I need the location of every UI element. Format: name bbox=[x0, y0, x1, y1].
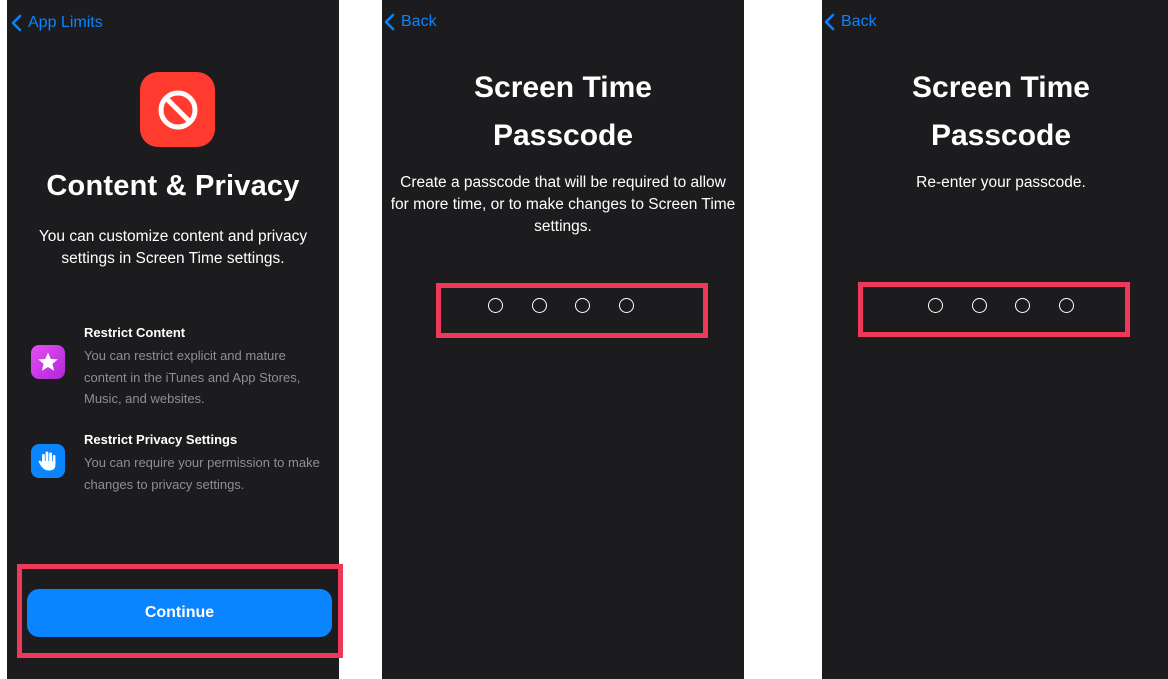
back-button[interactable]: App Limits bbox=[11, 11, 103, 35]
feature-title: Restrict Privacy Settings bbox=[84, 432, 238, 447]
chevron-left-icon bbox=[384, 13, 395, 31]
passcode-dot bbox=[928, 298, 943, 313]
create-passcode-screen: Back Screen Time Passcode Create a passc… bbox=[382, 0, 744, 679]
page-subtitle: You can customize content and privacy se… bbox=[38, 228, 308, 267]
reenter-passcode-screen: Back Screen Time Passcode Re-enter your … bbox=[822, 0, 1168, 679]
title-line: Passcode bbox=[492, 119, 634, 152]
back-label: App Limits bbox=[28, 14, 103, 31]
chevron-left-icon bbox=[11, 14, 22, 32]
back-button[interactable]: Back bbox=[384, 10, 437, 34]
passcode-dot bbox=[618, 298, 634, 313]
title-line: Passcode bbox=[930, 119, 1072, 152]
passcode-description: Re-enter your passcode. bbox=[916, 174, 1086, 191]
passcode-input[interactable] bbox=[928, 298, 1074, 313]
passcode-input[interactable] bbox=[488, 298, 634, 313]
passcode-dot bbox=[1015, 298, 1030, 313]
page-title: Screen Time Passcode bbox=[822, 64, 1168, 160]
no-entry-icon bbox=[140, 72, 215, 147]
feature-description: You can require your permission to make … bbox=[84, 455, 320, 492]
passcode-dot bbox=[531, 298, 547, 313]
feature-description: You can restrict explicit and mature con… bbox=[84, 348, 301, 406]
chevron-left-icon bbox=[824, 13, 835, 31]
passcode-dot bbox=[488, 298, 503, 313]
page-title: Content & Privacy bbox=[46, 170, 300, 202]
passcode-dot bbox=[575, 298, 590, 313]
passcode-dot bbox=[1058, 298, 1074, 313]
page-title: Screen Time Passcode bbox=[382, 64, 744, 160]
back-label: Back bbox=[401, 13, 437, 30]
continue-button[interactable]: Continue bbox=[27, 589, 332, 637]
passcode-dot bbox=[971, 298, 987, 313]
hand-icon bbox=[31, 444, 65, 478]
feature-title: Restrict Content bbox=[84, 325, 186, 340]
back-button[interactable]: Back bbox=[824, 10, 877, 34]
title-line: Screen Time bbox=[912, 71, 1090, 104]
back-label: Back bbox=[841, 13, 877, 30]
content-privacy-screen: App Limits Content & Privacy You can cus… bbox=[7, 0, 339, 679]
star-icon bbox=[31, 345, 65, 379]
passcode-description: Create a passcode that will be required … bbox=[390, 174, 736, 235]
title-line: Screen Time bbox=[474, 71, 652, 104]
